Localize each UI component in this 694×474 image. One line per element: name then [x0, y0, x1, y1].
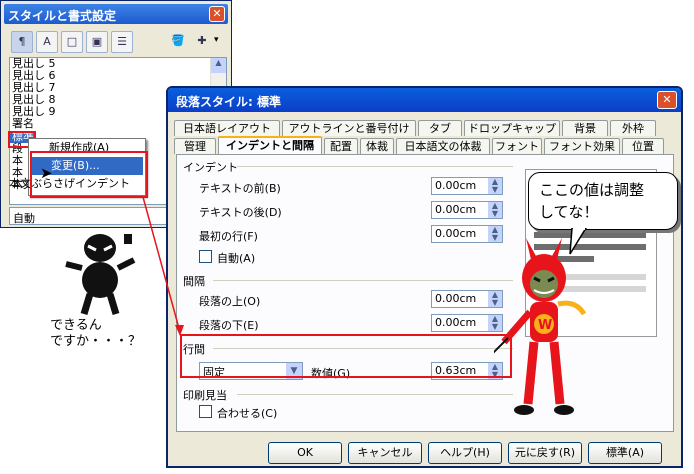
red-mascot-illustration: W — [494, 238, 587, 415]
speech-bubble: ここの値は調整 してな！ — [528, 172, 678, 230]
speech-bubble-text: ここの値は調整 してな！ — [539, 181, 645, 221]
svg-text:W: W — [538, 318, 552, 333]
black-mascot-illustration — [65, 234, 136, 316]
speech-bubble-tail — [569, 228, 587, 255]
question-caption: できるん ですか・・・？ — [50, 318, 142, 349]
